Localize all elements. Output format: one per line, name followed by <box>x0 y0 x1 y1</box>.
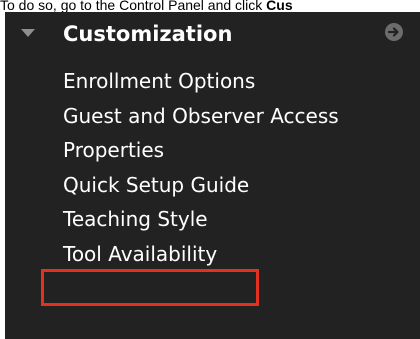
triangle-down-icon[interactable] <box>21 29 35 37</box>
menu-item-enrollment-options[interactable]: Enrollment Options <box>63 64 339 99</box>
highlight-annotation-box <box>41 269 259 306</box>
section-title: Customization <box>63 22 233 46</box>
menu-item-guest-and-observer-access[interactable]: Guest and Observer Access <box>63 99 339 134</box>
customization-menu: Enrollment Options Guest and Observer Ac… <box>63 64 339 271</box>
arrow-right-circle-icon[interactable] <box>385 23 403 41</box>
control-panel-menu: Customization Enrollment Options Guest a… <box>5 12 420 339</box>
menu-item-quick-setup-guide[interactable]: Quick Setup Guide <box>63 168 339 203</box>
menu-item-teaching-style[interactable]: Teaching Style <box>63 202 339 237</box>
section-header-customization[interactable]: Customization <box>5 12 420 56</box>
menu-item-tool-availability[interactable]: Tool Availability <box>63 237 339 272</box>
menu-item-properties[interactable]: Properties <box>63 133 339 168</box>
